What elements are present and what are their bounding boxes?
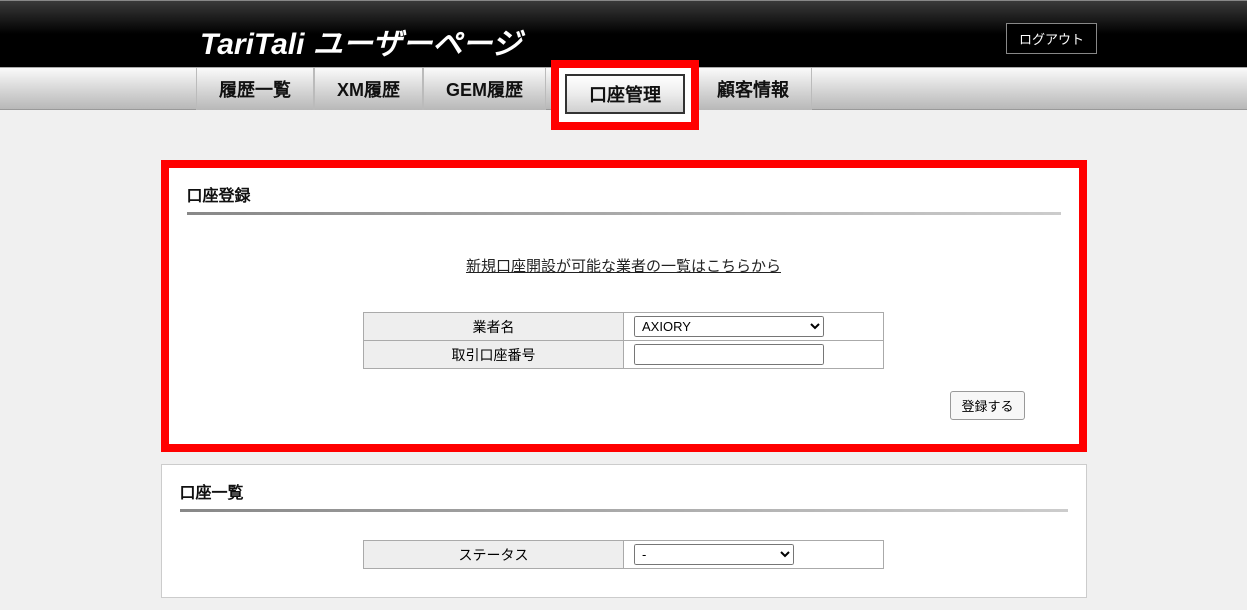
divider: [180, 509, 1068, 512]
logout-button[interactable]: ログアウト: [1006, 23, 1097, 54]
status-select[interactable]: -: [634, 544, 794, 565]
page-title: TariTali ユーザーページ: [200, 19, 522, 63]
register-submit-button[interactable]: 登録する: [950, 391, 1024, 420]
account-number-input[interactable]: [634, 344, 824, 365]
status-label: ステータス: [364, 541, 624, 569]
register-title: 口座登録: [187, 182, 1061, 212]
account-number-label: 取引口座番号: [364, 341, 624, 369]
list-filter-table: ステータス -: [363, 540, 884, 569]
list-title: 口座一覧: [180, 479, 1068, 509]
section-account-register: 口座登録 新規口座開設が可能な業者の一覧はこちらから 業者名 AXIORY 取引…: [161, 160, 1087, 452]
tab-history-list[interactable]: 履歴一覧: [196, 68, 314, 110]
content-area: 口座登録 新規口座開設が可能な業者の一覧はこちらから 業者名 AXIORY 取引…: [0, 110, 1247, 598]
header-bar: TariTali ユーザーページ ログアウト: [0, 0, 1247, 68]
tab-account-manage[interactable]: 口座管理: [565, 74, 685, 114]
broker-label: 業者名: [364, 313, 624, 341]
register-form-table: 業者名 AXIORY 取引口座番号: [363, 312, 884, 369]
tab-gem-history[interactable]: GEM履歴: [423, 68, 546, 110]
section-account-list: 口座一覧 ステータス -: [161, 464, 1087, 598]
divider: [187, 212, 1061, 215]
tab-customer-info[interactable]: 顧客情報: [694, 68, 812, 110]
broker-list-link[interactable]: 新規口座開設が可能な業者の一覧はこちらから: [466, 258, 781, 275]
tab-xm-history[interactable]: XM履歴: [314, 68, 423, 110]
broker-select[interactable]: AXIORY: [634, 316, 824, 337]
highlight-active-tab: 口座管理: [551, 60, 699, 130]
